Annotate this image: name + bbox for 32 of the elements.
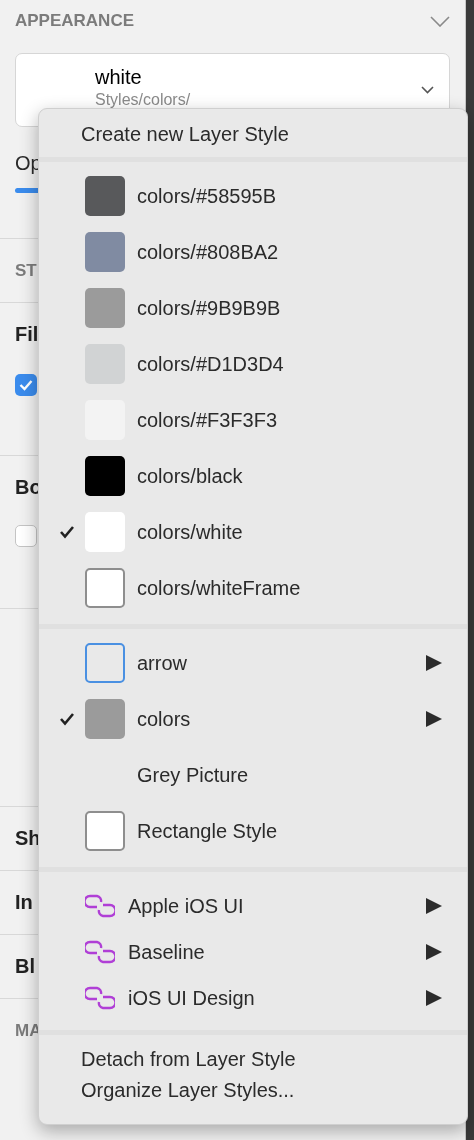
menu-item[interactable]: Detach from Layer Style [81, 1044, 467, 1075]
menu-item[interactable]: colors/white [39, 504, 467, 560]
menu-item[interactable]: colors/black [39, 448, 467, 504]
style-name: white [95, 65, 143, 89]
section-header: APPEARANCE [15, 11, 135, 31]
checkbox[interactable] [15, 525, 37, 547]
link-icon [85, 985, 115, 1011]
menu-item[interactable]: colors/#58595B [39, 168, 467, 224]
chevron-down-icon[interactable] [430, 15, 450, 27]
section-title: In [15, 891, 33, 914]
menu-item[interactable]: colors/whiteFrame [39, 560, 467, 616]
menu-item[interactable]: Grey Picture [39, 747, 467, 803]
style-path: Styles/colors/ [95, 90, 192, 109]
menu-item[interactable]: iOS UI Design [39, 975, 467, 1021]
section-title: Fil [15, 323, 40, 346]
menu-item[interactable]: Organize Layer Styles... [81, 1075, 467, 1106]
link-icon [85, 939, 115, 965]
menu-item[interactable]: colors/#F3F3F3 [39, 392, 467, 448]
chevron-down-icon [421, 86, 434, 94]
menu-item[interactable]: arrow [39, 635, 467, 691]
menu-item[interactable]: Baseline [39, 929, 467, 975]
menu-item[interactable]: colors [39, 691, 467, 747]
menu-item[interactable]: Apple iOS UI [39, 883, 467, 929]
menu-item[interactable]: colors/#D1D3D4 [39, 336, 467, 392]
link-icon [85, 893, 115, 919]
menu-item[interactable]: colors/#9B9B9B [39, 280, 467, 336]
section-title: Bl [15, 955, 35, 978]
menu-item[interactable]: colors/#808BA2 [39, 224, 467, 280]
checkbox[interactable] [15, 374, 37, 396]
section-header: ST [15, 260, 37, 281]
menu-item[interactable]: Rectangle Style [39, 803, 467, 859]
checkmark-icon [19, 379, 33, 391]
